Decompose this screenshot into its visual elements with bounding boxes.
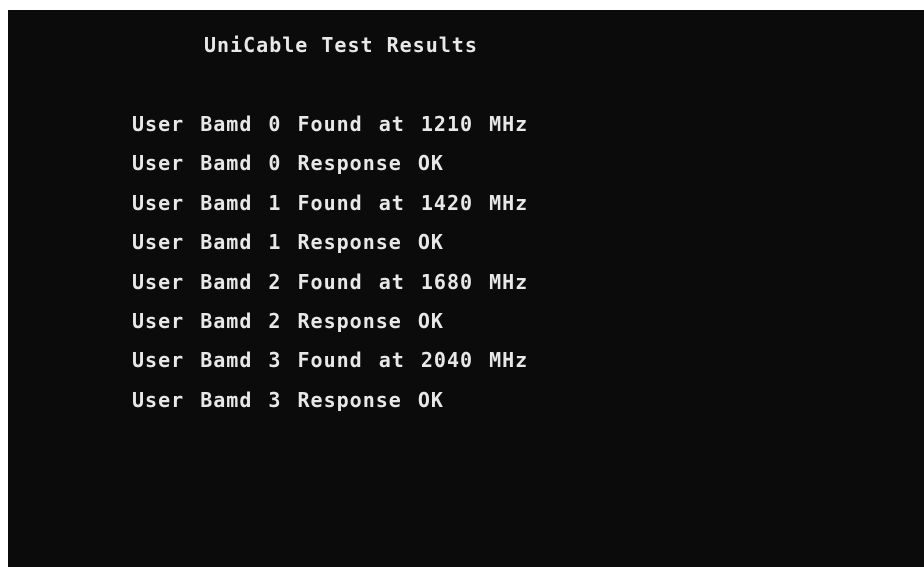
result-line-band-3-response: User Bamd 3 Response OK <box>132 387 444 412</box>
tv-screen: UniCable Test Results User Bamd 0 Found … <box>8 10 924 567</box>
result-line-band-2-found: User Bamd 2 Found at 1680 MHz <box>132 269 529 294</box>
screen-title: UniCable Test Results <box>204 33 478 57</box>
result-line-band-2-response: User Bamd 2 Response OK <box>132 308 444 333</box>
result-line-band-0-response: User Bamd 0 Response OK <box>132 151 444 176</box>
result-line-band-0-found: User Bamd 0 Found at 1210 MHz <box>132 112 529 136</box>
results-list: User Bamd 0 Found at 1210 MHz User Bamd … <box>132 114 528 429</box>
result-line-band-1-response: User Bamd 1 Response OK <box>132 230 444 255</box>
result-line-band-1-found: User Bamd 1 Found at 1420 MHz <box>132 190 529 215</box>
result-line-band-3-found: User Bamd 3 Found at 2040 MHz <box>132 348 529 373</box>
